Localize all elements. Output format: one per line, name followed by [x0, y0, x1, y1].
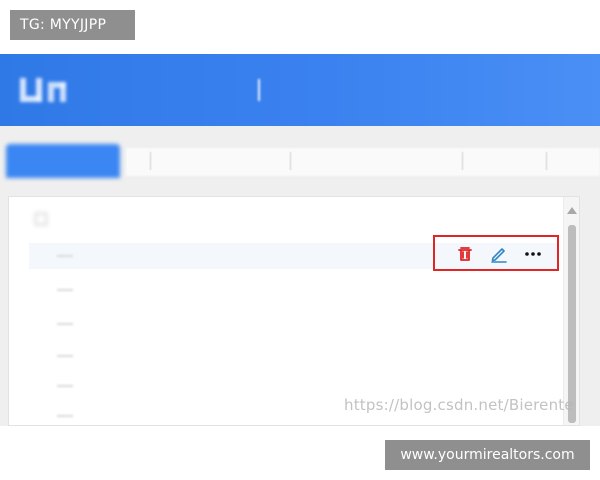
app-logo-icon [20, 78, 66, 102]
tree-guide-line [57, 289, 73, 291]
tab-bar [0, 144, 600, 180]
more-icon [525, 252, 541, 256]
screenshot-stage: TG: MYYJJPP https://blog.csdn.net/Bieren… [0, 0, 600, 480]
trash-icon [458, 247, 472, 261]
csdn-watermark: https://blog.csdn.net/Bierente [344, 396, 574, 414]
scroll-up-icon[interactable] [567, 207, 577, 214]
tree-row[interactable] [29, 311, 559, 337]
tree-guide-line [57, 385, 73, 387]
app-header [0, 54, 600, 126]
site-tag: www.yourmirealtors.com [385, 440, 590, 470]
tree-guide-line [57, 323, 73, 325]
tree-panel [8, 196, 580, 426]
tree-guide-line [57, 255, 73, 257]
app-window [0, 54, 600, 426]
tab-item[interactable] [150, 144, 280, 178]
header-divider [258, 79, 260, 101]
tree-row[interactable] [29, 277, 559, 303]
delete-button[interactable] [453, 243, 477, 265]
tab-separator [290, 152, 291, 170]
tree-guide-line [57, 355, 73, 357]
tab-item[interactable] [548, 144, 600, 178]
tab-item[interactable] [292, 144, 457, 178]
tab-active[interactable] [6, 144, 120, 178]
pencil-icon [491, 248, 507, 263]
tree-row[interactable] [29, 343, 559, 369]
edit-button[interactable] [487, 243, 511, 265]
tree-guide-line [57, 415, 73, 417]
tab-separator [546, 152, 547, 170]
tab-separator [462, 152, 463, 170]
vertical-scrollbar[interactable] [563, 197, 579, 425]
scrollbar-thumb[interactable] [568, 225, 576, 423]
more-button[interactable] [521, 243, 545, 265]
tree-toggle-icon[interactable] [35, 213, 47, 225]
tab-item[interactable] [466, 144, 544, 178]
tg-tag: TG: MYYJJPP [10, 10, 135, 40]
tree-root-node[interactable] [35, 213, 57, 233]
row-actions-highlight [433, 235, 559, 271]
